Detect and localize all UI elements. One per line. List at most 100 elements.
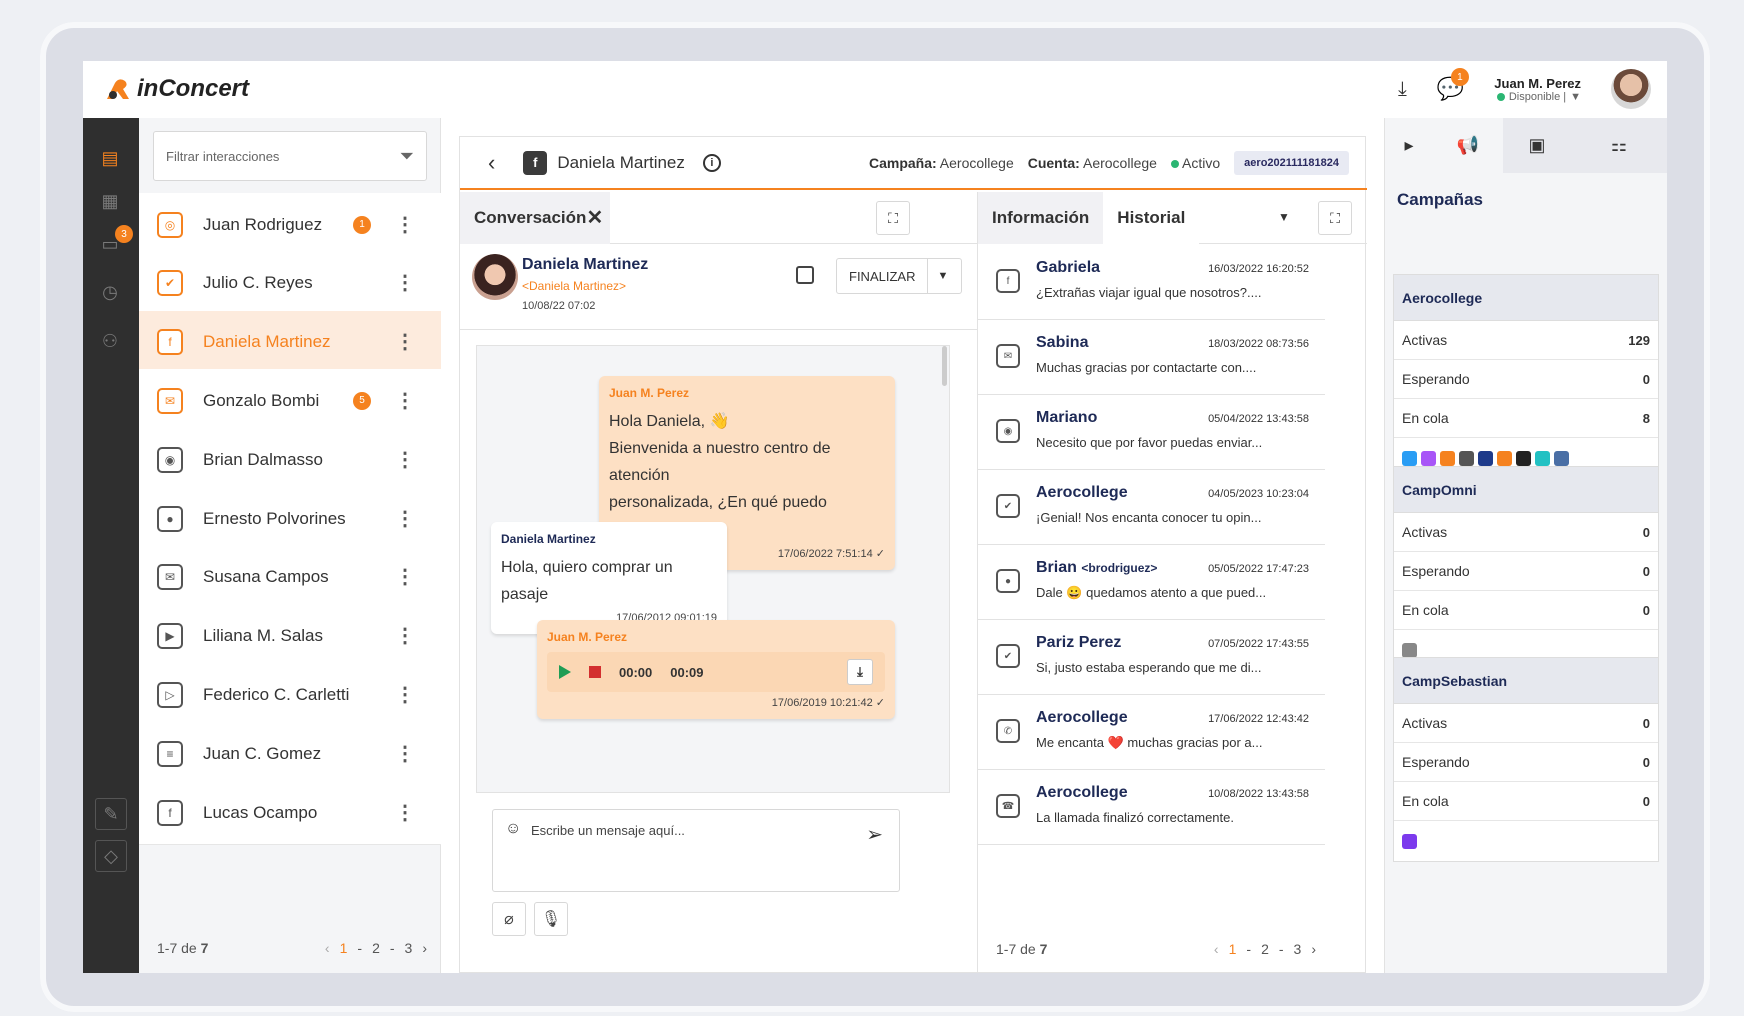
- channel-icon: [1402, 642, 1417, 658]
- user-status[interactable]: Disponible | ▼: [1496, 91, 1581, 103]
- more-icon[interactable]: ⋮: [395, 626, 415, 646]
- page-1[interactable]: 1: [1229, 941, 1237, 957]
- more-icon[interactable]: ⋮: [395, 391, 415, 411]
- tag-icon[interactable]: ◇: [95, 840, 127, 872]
- chevron-left-icon[interactable]: ‹: [325, 940, 330, 956]
- send-icon[interactable]: ➢: [866, 822, 883, 847]
- filter-icon[interactable]: ⏷: [400, 146, 414, 167]
- chevron-left-icon[interactable]: ‹: [1214, 941, 1219, 957]
- message-input[interactable]: ☺ Escribe un mensaje aquí... ➢: [492, 809, 900, 892]
- list-item[interactable]: ◎ Juan Rodriguez 1 ⋮: [139, 193, 441, 257]
- microphone-icon[interactable]: 🎙: [534, 902, 568, 936]
- megaphone-icon[interactable]: 📢: [1433, 118, 1503, 173]
- history-item[interactable]: ✔ Aerocollege 04/05/2023 10:23:04 ¡Genial!…: [978, 470, 1325, 545]
- list-item[interactable]: ◉ Brian Dalmasso ⋮: [139, 428, 441, 493]
- history-item[interactable]: ✉ Sabina 18/03/2022 08:73:56 Muchas gracia…: [978, 320, 1325, 395]
- attach-icon[interactable]: ⌀: [492, 902, 526, 936]
- list-item[interactable]: ✔ Julio C. Reyes ⋮: [139, 251, 441, 316]
- list-item[interactable]: ▷ Federico C. Carletti ⋮: [139, 663, 441, 728]
- expand-icon[interactable]: ⛶: [1318, 201, 1352, 235]
- history-item[interactable]: ✆ Aerocollege 17/06/2022 12:43:42 Me encan…: [978, 695, 1325, 770]
- contact-header: Daniela Martinez <Daniela Martinez> 10/0…: [460, 244, 978, 330]
- more-icon[interactable]: ⋮: [395, 803, 415, 823]
- play-icon[interactable]: [559, 665, 571, 679]
- list-item[interactable]: ✉ Gonzalo Bombi 5 ⋮: [139, 369, 441, 434]
- history-item[interactable]: f Gabriela 16/03/2022 16:20:52 ¿Extrañas v…: [978, 245, 1325, 320]
- user-menu[interactable]: Juan M. Perez Disponible | ▼: [1494, 76, 1581, 103]
- collapse-icon[interactable]: ▸: [1385, 118, 1433, 173]
- info-icon[interactable]: i: [702, 153, 721, 172]
- history-date: 16/03/2022 16:20:52: [1208, 263, 1309, 275]
- campaign-name[interactable]: CampSebastian: [1394, 658, 1658, 704]
- avatar[interactable]: [1611, 69, 1651, 109]
- more-icon[interactable]: ⋮: [395, 509, 415, 529]
- list-item[interactable]: f Lucas Ocampo ⋮: [139, 781, 441, 845]
- tab-conversation[interactable]: Conversación ✕: [460, 191, 610, 244]
- stop-icon[interactable]: [589, 666, 601, 678]
- list-item[interactable]: f Daniela Martinez ⋮: [139, 310, 441, 375]
- more-icon[interactable]: ⋮: [395, 567, 415, 587]
- tab-history[interactable]: Historial: [1103, 191, 1200, 244]
- tab-information[interactable]: Información: [978, 191, 1104, 244]
- binoculars-icon[interactable]: ⚇: [97, 328, 123, 354]
- contact-name: Liliana M. Salas: [203, 626, 324, 646]
- download-icon[interactable]: ⤓: [847, 659, 873, 685]
- ticket-icon[interactable]: ✎: [95, 798, 127, 830]
- history-pagination: 1-7 de 7 ‹ 1-2-3 ›: [996, 936, 1316, 962]
- history-name: Aerocollege: [1036, 484, 1128, 501]
- history-item[interactable]: ● Brian <brodriguez> 05/05/2022 17:47:23 Da…: [978, 545, 1325, 620]
- history-name: Sabina: [1036, 334, 1089, 351]
- campaign-name[interactable]: Aerocollege: [1394, 275, 1658, 321]
- more-icon[interactable]: ⋮: [395, 332, 415, 352]
- page-3[interactable]: 3: [405, 940, 413, 956]
- channel-icon: [1554, 450, 1569, 466]
- instagram-icon: ◉: [996, 419, 1020, 443]
- note-icon[interactable]: [796, 266, 814, 284]
- chat-bubbles-icon: ●: [157, 505, 183, 532]
- campaign-name[interactable]: CampOmni: [1394, 467, 1658, 513]
- history-item[interactable]: ✔ Pariz Perez 07/05/2022 17:43:55 Si, just…: [978, 620, 1325, 695]
- chevron-down-icon[interactable]: ▼: [1278, 210, 1290, 224]
- close-icon[interactable]: ✕: [586, 205, 603, 230]
- more-icon[interactable]: ⋮: [395, 450, 415, 470]
- scrollbar[interactable]: [942, 346, 947, 386]
- more-icon[interactable]: ⋮: [395, 744, 415, 764]
- back-icon[interactable]: ‹: [488, 150, 495, 176]
- chevron-right-icon[interactable]: ›: [1311, 941, 1316, 957]
- page-1[interactable]: 1: [340, 940, 348, 956]
- web-chat-icon: ◎: [157, 211, 183, 238]
- history-item[interactable]: ☎ Aerocollege 10/08/2022 13:43:58 La llama…: [978, 770, 1325, 845]
- inbox-icon[interactable]: ▭ 3: [97, 225, 133, 257]
- conversations-icon[interactable]: ▤: [97, 145, 123, 171]
- list-item[interactable]: ≡ Juan C. Gomez ⋮: [139, 722, 441, 787]
- list-item[interactable]: ● Ernesto Polvorines ⋮: [139, 487, 441, 551]
- chevron-down-icon[interactable]: ▼: [927, 259, 957, 293]
- page-2[interactable]: 2: [372, 940, 380, 956]
- page-3[interactable]: 3: [1294, 941, 1302, 957]
- more-icon[interactable]: ⋮: [395, 685, 415, 705]
- calendar-icon[interactable]: ▦: [97, 188, 123, 214]
- download-icon[interactable]: ⤓: [1398, 78, 1407, 101]
- list-item[interactable]: ✉ Susana Campos ⋮: [139, 545, 441, 610]
- history-text: La llamada finalizó correctamente.: [1036, 810, 1234, 825]
- list-item[interactable]: ▶ Liliana M. Salas ⋮: [139, 604, 441, 669]
- more-icon[interactable]: ⋮: [395, 215, 415, 235]
- history-item[interactable]: ◉ Mariano 05/04/2022 13:43:58 Necesito que…: [978, 395, 1325, 470]
- message-text: Hola Daniela, 👋: [609, 413, 730, 430]
- finalize-button[interactable]: FINALIZAR ▼: [836, 258, 962, 294]
- chat-icon[interactable]: 💬 1: [1437, 68, 1469, 102]
- contacts-icon[interactable]: ▣: [1503, 118, 1571, 173]
- page-separator: -: [357, 940, 363, 956]
- chevron-right-icon[interactable]: ›: [422, 940, 427, 956]
- contact-name: Daniela Martinez: [522, 256, 649, 273]
- more-icon[interactable]: ⋮: [395, 273, 415, 293]
- unread-badge: 1: [353, 215, 371, 234]
- channel-icon: [1402, 450, 1417, 466]
- clock-icon[interactable]: ◷: [97, 279, 123, 305]
- expand-icon[interactable]: ⛶: [876, 201, 910, 235]
- history-text: Si, justo estaba esperando que me di...: [1036, 660, 1262, 675]
- team-icon[interactable]: ⚏: [1571, 118, 1667, 173]
- emoji-icon[interactable]: ☺: [505, 820, 521, 838]
- filter-input[interactable]: Filtrar interacciones ⏷: [153, 131, 427, 181]
- page-2[interactable]: 2: [1261, 941, 1269, 957]
